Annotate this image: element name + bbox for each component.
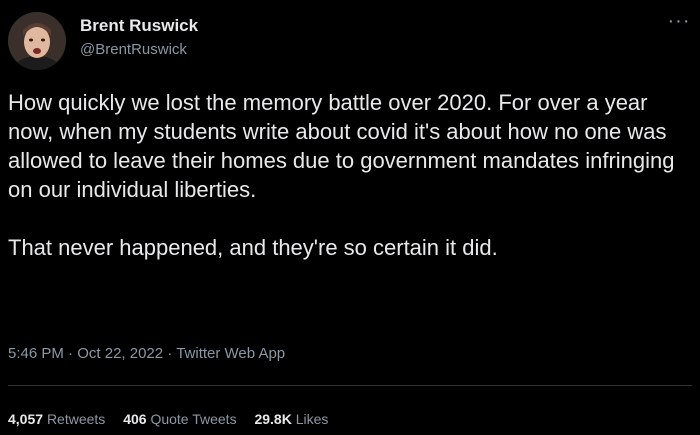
retweets-count: 4,057 <box>8 411 44 427</box>
tweet-time[interactable]: 5:46 PM <box>8 345 64 362</box>
meta-separator: · <box>63 345 78 362</box>
likes-stat[interactable]: 29.8K Likes <box>254 411 328 427</box>
retweets-label: Retweets <box>46 411 106 427</box>
meta-separator: · <box>163 345 177 362</box>
tweet-source[interactable]: Twitter Web App <box>176 345 285 362</box>
quote-tweets-count: 406 <box>123 411 147 427</box>
quote-tweets-label: Quote Tweets <box>150 411 237 427</box>
tweet-stats: 4,057 Retweets 406 Quote Tweets 29.8K Li… <box>8 411 342 427</box>
more-horizontal-icon[interactable]: ··· <box>666 11 692 34</box>
tweet-header: Brent Ruswick @BrentRuswick ··· <box>8 11 692 70</box>
divider <box>8 385 692 386</box>
retweets-stat[interactable]: 4,057 Retweets <box>8 411 105 427</box>
likes-label: Likes <box>295 411 329 427</box>
author-name[interactable]: Brent Ruswick <box>80 16 198 36</box>
tweet: Brent Ruswick @BrentRuswick ··· How quic… <box>0 0 700 435</box>
quote-tweets-stat[interactable]: 406 Quote Tweets <box>123 411 236 427</box>
profile-photo-icon <box>8 12 66 70</box>
likes-count: 29.8K <box>254 411 292 427</box>
tweet-text: How quickly we lost the memory battle ov… <box>8 90 675 260</box>
tweet-meta: 5:46 PM · Oct 22, 2022 · Twitter Web App <box>8 345 285 362</box>
author-handle[interactable]: @BrentRuswick <box>80 41 187 58</box>
tweet-date[interactable]: Oct 22, 2022 <box>77 345 163 362</box>
avatar[interactable] <box>8 12 66 70</box>
